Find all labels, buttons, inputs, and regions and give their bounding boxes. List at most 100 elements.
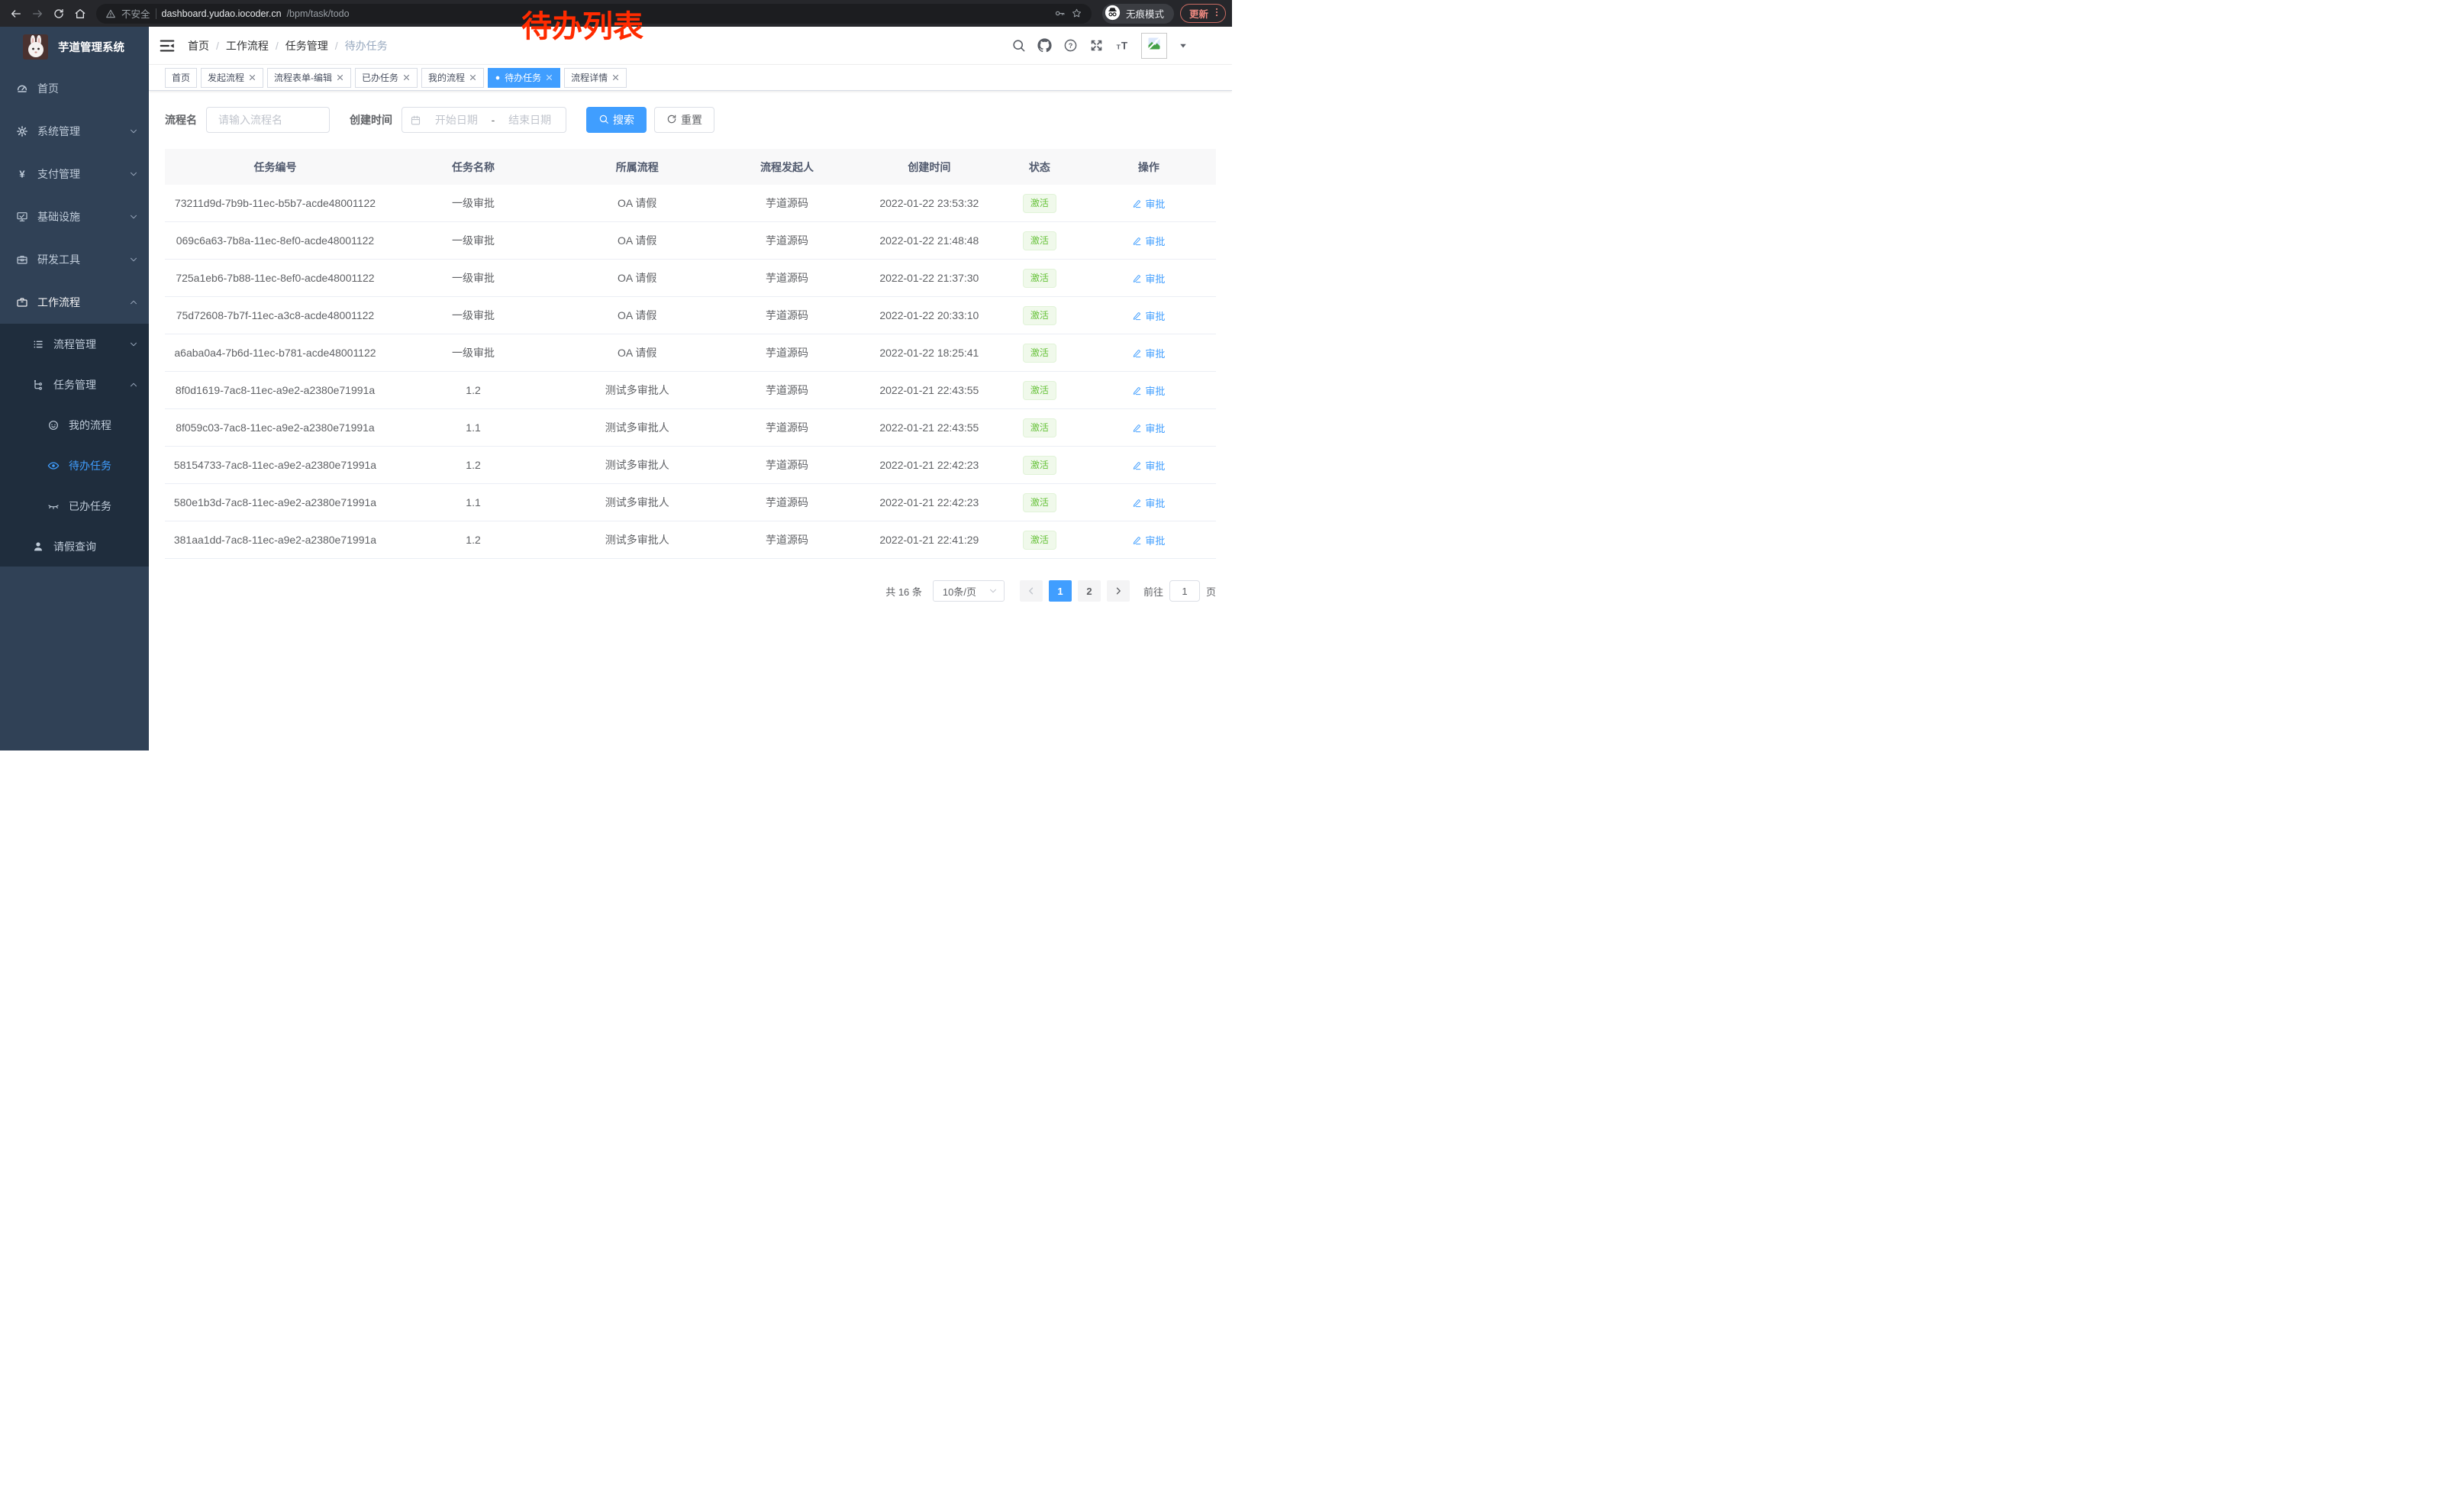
user-icon bbox=[32, 541, 44, 553]
close-icon[interactable] bbox=[469, 73, 477, 82]
approve-link[interactable]: 审批 bbox=[1132, 421, 1165, 435]
task-name-cell: 一级审批 bbox=[385, 308, 561, 323]
approve-link[interactable]: 审批 bbox=[1132, 383, 1165, 398]
status-badge: 激活 bbox=[1023, 269, 1056, 288]
approve-link[interactable]: 审批 bbox=[1132, 234, 1165, 248]
goto-label: 前往 bbox=[1143, 584, 1163, 599]
approve-link[interactable]: 审批 bbox=[1132, 495, 1165, 510]
sidebar-item-devtools[interactable]: 研发工具 bbox=[0, 238, 149, 281]
breadcrumb-item[interactable]: 工作流程 bbox=[226, 38, 269, 53]
sidebar-item-process-mgmt[interactable]: 流程管理 bbox=[0, 324, 149, 364]
avatar-caret-down-icon[interactable] bbox=[1179, 41, 1188, 50]
process-cell: 测试多审批人 bbox=[561, 457, 713, 473]
close-icon[interactable] bbox=[611, 73, 620, 82]
close-icon[interactable] bbox=[336, 73, 344, 82]
status-cell: 激活 bbox=[998, 381, 1082, 400]
app-logo bbox=[23, 34, 48, 60]
fullscreen-icon[interactable] bbox=[1089, 38, 1104, 53]
chevron-down-icon bbox=[129, 212, 138, 221]
saved-passwords-key-icon[interactable] bbox=[1054, 8, 1066, 19]
sidebar: 芋道管理系统 首页系统管理¥支付管理基础设施研发工具工作流程流程管理任务管理我的… bbox=[0, 27, 149, 750]
bookmark-star-icon[interactable] bbox=[1071, 8, 1082, 19]
sidebar-logo-row[interactable]: 芋道管理系统 bbox=[0, 27, 149, 67]
tab-todo-task[interactable]: 待办任务 bbox=[488, 68, 560, 88]
filter-form: 流程名 创建时间 开始日期 - 结束日期 搜索 重 bbox=[165, 107, 1216, 133]
breadcrumb-item[interactable]: 首页 bbox=[188, 38, 209, 53]
sidebar-item-my-process[interactable]: 我的流程 bbox=[0, 405, 149, 445]
avatar[interactable] bbox=[1141, 33, 1167, 59]
search-button[interactable]: 搜索 bbox=[586, 107, 647, 133]
chevron-down-icon bbox=[129, 169, 138, 179]
starter-cell: 芋道源码 bbox=[713, 420, 860, 435]
sidebar-item-home[interactable]: 首页 bbox=[0, 67, 149, 110]
sidebar-item-workflow[interactable]: 工作流程 bbox=[0, 281, 149, 324]
browser-forward-button[interactable] bbox=[27, 4, 47, 24]
reset-button[interactable]: 重置 bbox=[654, 107, 714, 133]
tab-done-task[interactable]: 已办任务 bbox=[355, 68, 418, 88]
approve-link[interactable]: 审批 bbox=[1132, 458, 1165, 473]
close-icon[interactable] bbox=[248, 73, 256, 82]
task-name-cell: 1.2 bbox=[385, 384, 561, 396]
browser-menu-dots-icon[interactable] bbox=[1211, 7, 1222, 20]
svg-text:?: ? bbox=[1069, 42, 1073, 50]
page-button-1[interactable]: 1 bbox=[1049, 580, 1072, 602]
font-size-icon[interactable]: TT bbox=[1115, 38, 1130, 53]
tab-form-edit[interactable]: 流程表单-编辑 bbox=[267, 68, 351, 88]
starter-cell: 芋道源码 bbox=[713, 345, 860, 360]
next-page-button[interactable] bbox=[1107, 580, 1130, 602]
chevron-down-icon bbox=[129, 127, 138, 136]
browser-update-button[interactable]: 更新 bbox=[1180, 4, 1226, 23]
approve-link[interactable]: 审批 bbox=[1132, 271, 1165, 286]
close-icon[interactable] bbox=[545, 73, 553, 82]
date-range-picker[interactable]: 开始日期 - 结束日期 bbox=[402, 107, 566, 133]
approve-link[interactable]: 审批 bbox=[1132, 346, 1165, 360]
approve-link-label: 审批 bbox=[1145, 458, 1165, 473]
process-cell: 测试多审批人 bbox=[561, 383, 713, 398]
chevron-up-icon bbox=[129, 380, 138, 389]
sidebar-item-infra[interactable]: 基础设施 bbox=[0, 195, 149, 238]
refresh-icon bbox=[666, 114, 677, 127]
search-icon[interactable] bbox=[1011, 38, 1026, 53]
close-icon[interactable] bbox=[402, 73, 411, 82]
sidebar-item-payment[interactable]: ¥支付管理 bbox=[0, 153, 149, 195]
approve-link[interactable]: 审批 bbox=[1132, 196, 1165, 211]
svg-text:T: T bbox=[1121, 40, 1128, 51]
task-id-cell: 069c6a63-7b8a-11ec-8ef0-acde48001122 bbox=[165, 234, 385, 247]
table-row: 73211d9d-7b9b-11ec-b5b7-acde48001122一级审批… bbox=[165, 185, 1216, 222]
prev-page-button[interactable] bbox=[1020, 580, 1043, 602]
create-time-cell: 2022-01-21 22:42:23 bbox=[861, 496, 998, 508]
approve-link[interactable]: 审批 bbox=[1132, 533, 1165, 547]
status-badge: 激活 bbox=[1023, 306, 1056, 325]
sidebar-collapse-icon[interactable] bbox=[159, 37, 176, 54]
task-name-cell: 1.1 bbox=[385, 496, 561, 508]
table-row: 580e1b3d-7ac8-11ec-a9e2-a2380e71991a1.1测… bbox=[165, 484, 1216, 521]
tab-process-detail[interactable]: 流程详情 bbox=[564, 68, 627, 88]
address-bar[interactable]: 不安全 dashboard.yudao.iocoder.cn/bpm/task/… bbox=[96, 4, 1092, 24]
page-size-value: 10条/页 bbox=[943, 584, 976, 599]
approve-link[interactable]: 审批 bbox=[1132, 308, 1165, 323]
sidebar-item-leave-query[interactable]: 请假查询 bbox=[0, 526, 149, 567]
status-badge: 激活 bbox=[1023, 493, 1056, 512]
process-name-input[interactable] bbox=[206, 107, 330, 133]
github-icon[interactable] bbox=[1037, 38, 1052, 53]
top-navbar: 首页/工作流程/任务管理/待办任务 ? TT bbox=[149, 27, 1232, 65]
sidebar-item-system[interactable]: 系统管理 bbox=[0, 110, 149, 153]
sidebar-item-todo-task[interactable]: 待办任务 bbox=[0, 445, 149, 486]
help-icon[interactable]: ? bbox=[1063, 38, 1078, 53]
page-button-2[interactable]: 2 bbox=[1078, 580, 1101, 602]
browser-home-button[interactable] bbox=[70, 4, 90, 24]
update-label: 更新 bbox=[1189, 6, 1208, 21]
tab-my-process[interactable]: 我的流程 bbox=[421, 68, 484, 88]
browser-reload-button[interactable] bbox=[49, 4, 69, 24]
browser-back-button[interactable] bbox=[6, 4, 26, 24]
page-size-select[interactable]: 10条/页 bbox=[933, 580, 1005, 602]
sidebar-item-done-task[interactable]: 已办任务 bbox=[0, 486, 149, 526]
tab-start-process[interactable]: 发起流程 bbox=[201, 68, 263, 88]
sidebar-item-label: 流程管理 bbox=[53, 337, 96, 352]
sidebar-item-task-mgmt[interactable]: 任务管理 bbox=[0, 364, 149, 405]
sidebar-menu: 首页系统管理¥支付管理基础设施研发工具工作流程流程管理任务管理我的流程待办任务已… bbox=[0, 67, 149, 567]
tab-label: 发起流程 bbox=[208, 71, 244, 84]
tab-home[interactable]: 首页 bbox=[165, 68, 197, 88]
goto-page-input[interactable] bbox=[1169, 580, 1200, 602]
breadcrumb-item[interactable]: 任务管理 bbox=[285, 38, 328, 53]
